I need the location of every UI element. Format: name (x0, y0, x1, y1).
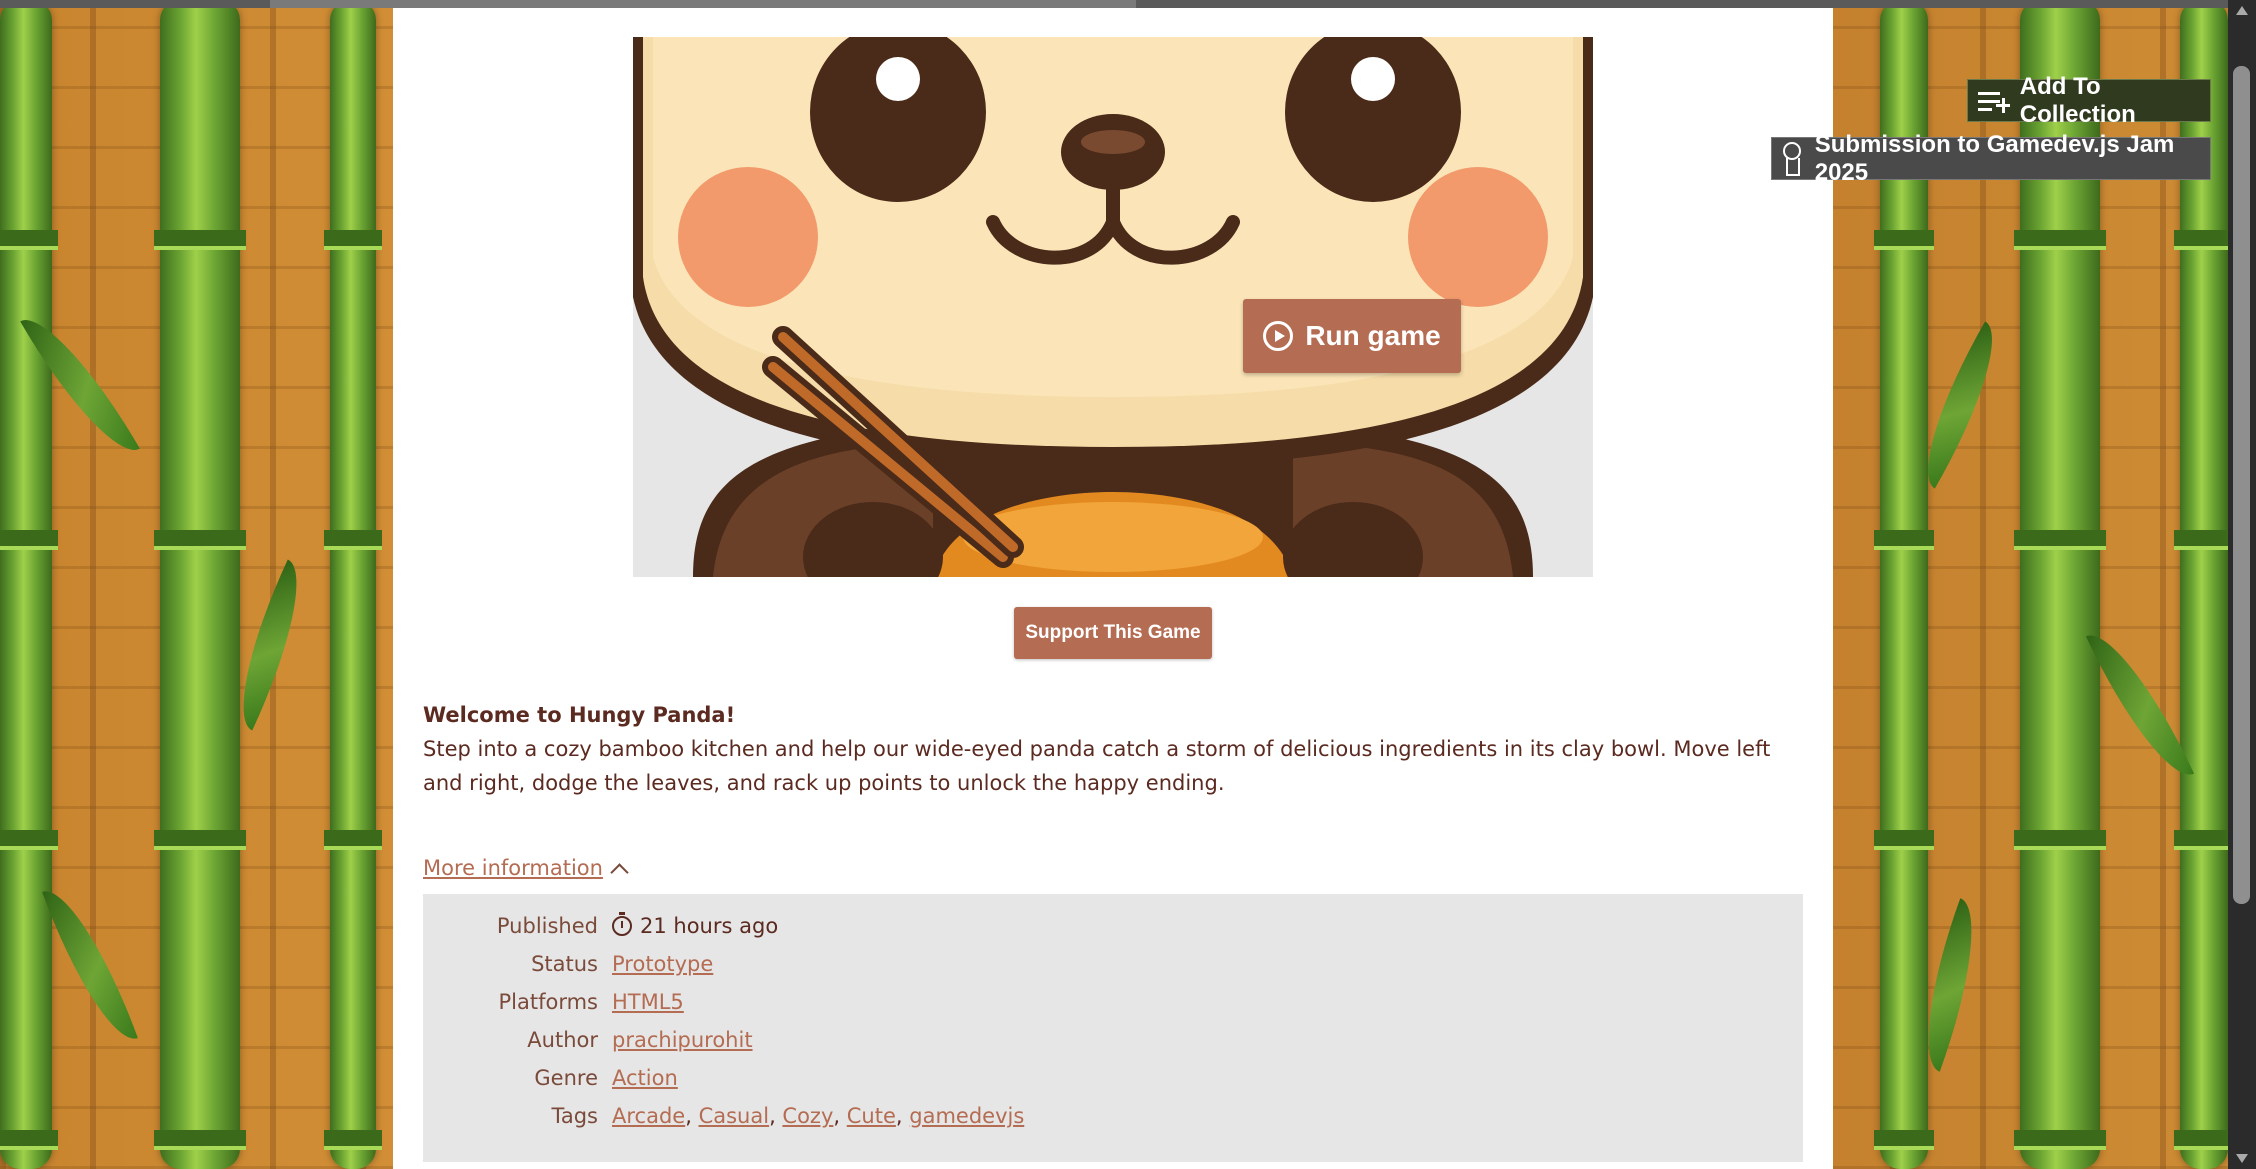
scroll-up-arrow-icon[interactable] (2236, 6, 2248, 15)
vertical-scrollbar-thumb[interactable] (2233, 66, 2250, 904)
info-row-author: Author prachipurohit (423, 1028, 1803, 1066)
info-key: Tags (551, 1104, 599, 1128)
scroll-down-arrow-icon[interactable] (2236, 1154, 2248, 1163)
author-link[interactable]: prachipurohit (612, 1028, 753, 1052)
more-information-label: More information (423, 856, 603, 880)
info-key: Author (527, 1028, 598, 1052)
tag-link[interactable]: gamedevjs (909, 1104, 1024, 1128)
jam-submission-label: Submission to Gamedev.js Jam 2025 (1814, 130, 2175, 186)
genre-link[interactable]: Action (612, 1066, 678, 1090)
game-description: Welcome to Hungy Panda! Step into a cozy… (423, 698, 1803, 800)
info-key: Genre (534, 1066, 598, 1090)
published-value: 21 hours ago (640, 914, 779, 938)
game-page-column: Run game Support This Game Welcome to Hu… (393, 8, 1833, 1169)
stopwatch-icon (612, 912, 632, 936)
info-row-tags: Tags Arcade, Casual, Cozy, Cute, gamedev… (551, 1104, 1025, 1128)
description-heading: Welcome to Hungy Panda! (423, 703, 736, 727)
info-table: Published 21 hours ago Status Prototype … (423, 894, 1803, 1162)
add-to-collection-button[interactable]: Add To Collection (1967, 73, 2211, 128)
tag-link[interactable]: Cute (847, 1104, 896, 1128)
add-to-collection-label: Add To Collection (2019, 72, 2136, 128)
info-row-status: Status Prototype (423, 952, 1803, 990)
horizontal-scrollbar-thumb[interactable] (270, 0, 1136, 8)
info-row-platforms: Platforms HTML5 (423, 990, 1803, 1028)
play-circle-icon (1263, 321, 1294, 351)
playlist-add-icon (1978, 88, 2010, 114)
more-information-toggle[interactable]: More information (423, 856, 629, 882)
info-row-genre: Genre Action (423, 1066, 1803, 1104)
chevron-up-icon (610, 862, 629, 882)
info-row-published: Published 21 hours ago (423, 912, 1803, 952)
run-game-label: Run game (1305, 320, 1441, 351)
info-key: Published (496, 914, 598, 938)
description-body: Step into a cozy bamboo kitchen and help… (423, 737, 1771, 795)
tag-link[interactable]: Cozy (782, 1104, 833, 1128)
platform-link[interactable]: HTML5 (612, 990, 684, 1014)
horizontal-scrollbar[interactable] (0, 0, 2256, 8)
info-key: Status (531, 952, 598, 976)
tag-link[interactable]: Casual (699, 1104, 770, 1128)
bamboo-stalk (324, 0, 382, 1169)
info-key: Platforms (498, 990, 598, 1014)
run-game-button[interactable]: Run game (1243, 299, 1461, 373)
support-game-button[interactable]: Support This Game (1014, 607, 1212, 659)
game-embed[interactable]: Run game (633, 37, 1593, 577)
tag-link[interactable]: Arcade (612, 1104, 685, 1128)
award-ribbon-icon (1782, 141, 1803, 176)
vertical-scrollbar[interactable] (2228, 0, 2256, 1169)
bamboo-stalk (154, 0, 246, 1169)
jam-submission-badge[interactable]: Submission to Gamedev.js Jam 2025 (1771, 131, 2211, 186)
status-link[interactable]: Prototype (612, 952, 713, 976)
bamboo-stalk (0, 0, 58, 1169)
